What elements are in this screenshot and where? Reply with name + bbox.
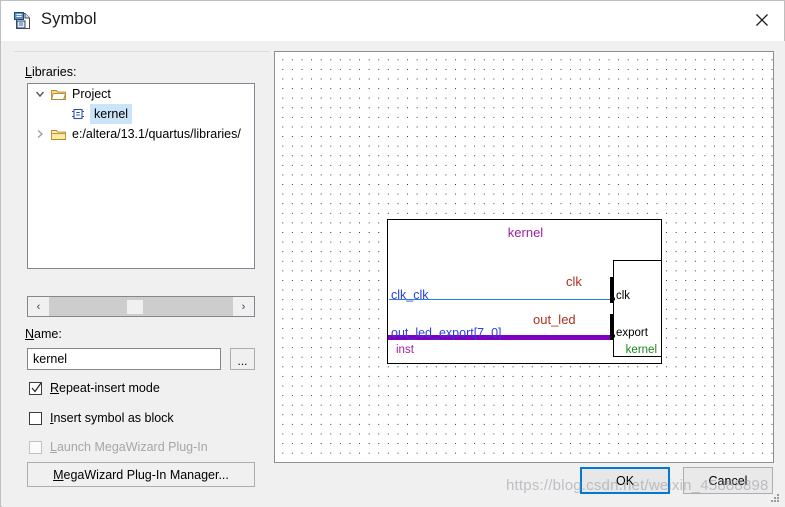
symbol-entity-name: kernel <box>625 344 657 356</box>
ok-button[interactable]: OK <box>580 467 670 494</box>
header-divider <box>14 51 269 52</box>
check-icon <box>31 381 42 394</box>
window-title: Symbol <box>41 10 97 28</box>
resize-grip[interactable] <box>769 492 781 504</box>
port-connector-clk <box>611 297 615 301</box>
name-input[interactable] <box>27 348 221 370</box>
close-button[interactable] <box>739 1 784 39</box>
tree-item-label: Project <box>72 87 111 101</box>
closed-folder-icon <box>50 124 66 144</box>
symbol-preview-canvas[interactable]: kernel clk out_led clk_clk out_led_expor… <box>274 51 774 463</box>
name-label: Name: <box>25 327 62 341</box>
port-label-export: export <box>616 327 648 339</box>
close-icon <box>755 14 768 26</box>
libraries-label: Libraries: <box>25 65 77 79</box>
checkbox-repeat-insert-mode[interactable]: Repeat-insert mode <box>29 379 160 397</box>
tree-item-label: e:/altera/13.1/quartus/libraries/ <box>72 127 241 141</box>
pin-label-out-led-export: out_led_export[7..0] <box>391 326 502 340</box>
pin-label-clk-clk: clk_clk <box>391 288 429 302</box>
tree-item-quartus-libraries[interactable]: e:/altera/13.1/quartus/libraries/ <box>28 124 254 144</box>
symbol-instance-name: inst <box>396 344 414 356</box>
port-connector-export <box>611 334 615 338</box>
port-label-clk: clk <box>616 290 631 302</box>
checkbox-box[interactable] <box>29 381 42 395</box>
symbol-block-icon <box>70 104 86 124</box>
chevron-right-icon[interactable] <box>32 124 48 144</box>
checkbox-label: Repeat-insert mode <box>50 381 160 395</box>
signal-label-out-led: out_led <box>533 312 576 327</box>
checkbox-insert-symbol-as-block[interactable]: Insert symbol as block <box>29 409 174 427</box>
libraries-tree[interactable]: Project kernel e:/altera/13.1/quartus/li… <box>27 83 255 269</box>
checkbox-label: Launch MegaWizard Plug-In <box>50 440 208 454</box>
signal-label-clk: clk <box>566 274 582 289</box>
scrollbar-thumb[interactable] <box>127 300 143 314</box>
checkbox-launch-megawizard-plug-in: Launch MegaWizard Plug-In <box>29 438 208 456</box>
tree-horizontal-scrollbar[interactable]: ‹ › <box>27 296 255 317</box>
checkbox-box[interactable] <box>29 411 42 425</box>
checkbox-box <box>29 440 42 454</box>
title-bar: Symbol <box>1 1 784 41</box>
dialog-body: Libraries: Project kernel e:/altera/13.1… <box>2 41 785 507</box>
scroll-right-button[interactable]: › <box>233 297 254 316</box>
megawizard-plugin-manager-button[interactable]: MegaWizard Plug-In Manager... <box>27 462 255 487</box>
symbol-inner-box <box>613 260 662 357</box>
scroll-left-button[interactable]: ‹ <box>28 297 49 316</box>
symbol-title: kernel <box>507 225 544 240</box>
browse-button[interactable]: ... <box>230 348 255 370</box>
chevron-down-icon[interactable] <box>32 84 48 104</box>
open-folder-icon <box>50 84 66 104</box>
symbol-outline: kernel clk out_led clk_clk out_led_expor… <box>387 219 662 364</box>
cancel-button[interactable]: Cancel <box>683 467 773 494</box>
tree-item-project[interactable]: Project <box>28 84 254 104</box>
symbol-dialog: Symbol Libraries: Project kernel e:/alte… <box>0 0 785 507</box>
tree-item-kernel[interactable]: kernel <box>28 104 254 124</box>
tree-item-label: kernel <box>90 104 133 124</box>
checkbox-label: Insert symbol as block <box>50 411 174 425</box>
symbol-document-icon <box>13 11 33 31</box>
scrollbar-track[interactable] <box>49 297 233 316</box>
